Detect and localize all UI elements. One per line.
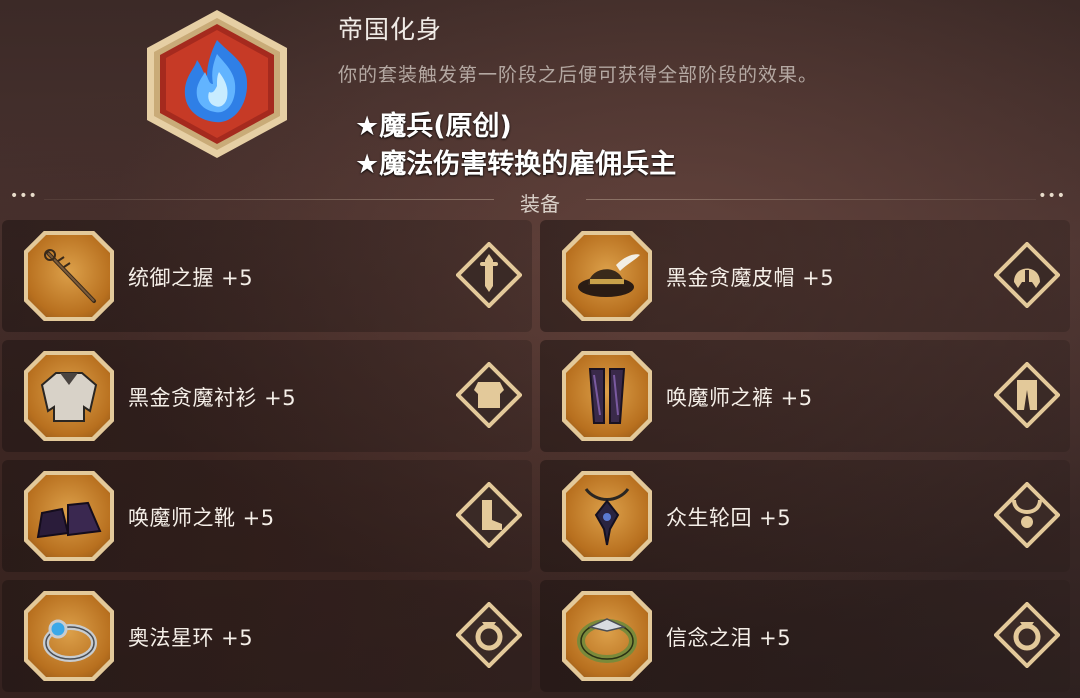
equipment-slot-chest[interactable]: 黑金贪魔衬衫 +5 [2,340,532,452]
set-name: 帝国化身 [338,15,443,44]
ring-slot-icon [456,602,522,668]
equipment-slot-head[interactable]: 黑金贪魔皮帽 +5 [540,220,1070,332]
item-name: 众生轮回 +5 [666,506,792,530]
item-name: 信念之泪 +5 [666,626,792,650]
ring-slot-icon [994,602,1060,668]
chest-armor-slot-icon [456,362,522,428]
set-emblem [147,10,287,158]
amulet-icon [584,488,630,546]
pants-slot-icon [994,362,1060,428]
boots-icon [36,501,102,539]
blue-gem-ring-icon [43,619,97,662]
staff-icon [44,249,96,303]
set-bonus-1: ★魔兵(原创) [355,111,512,142]
shirt-icon [40,372,98,422]
equipment-slot-ring-2[interactable]: 信念之泪 +5 [540,580,1070,692]
pants-icon [588,368,626,424]
helmet-slot-icon [994,242,1060,308]
feathered-hat-icon [578,254,640,297]
boots-slot-icon [456,482,522,548]
section-title: 装备 [520,192,560,216]
item-name: 统御之握 +5 [128,266,254,290]
sword-slot-icon [456,242,522,308]
equipment-slot-ring-1[interactable]: 奥法星环 +5 [2,580,532,692]
green-ring-icon [577,618,637,663]
set-description: 你的套装触发第一阶段之后便可获得全部阶段的效果。 [338,64,819,86]
equipment-slot-feet[interactable]: 唤魔师之靴 +5 [2,460,532,572]
equipment-slot-legs[interactable]: 唤魔师之裤 +5 [540,340,1070,452]
necklace-slot-icon [994,482,1060,548]
item-name: 唤魔师之裤 +5 [666,386,813,410]
item-name: 奥法星环 +5 [128,626,254,650]
item-name: 黑金贪魔皮帽 +5 [666,266,835,290]
equipment-slot-neck[interactable]: 众生轮回 +5 [540,460,1070,572]
item-name: 唤魔师之靴 +5 [128,506,275,530]
item-name: 黑金贪魔衬衫 +5 [128,386,297,410]
set-bonus-2: ★魔法伤害转换的雇佣兵主 [355,149,677,180]
equipment-slot-weapon[interactable]: 统御之握 +5 [2,220,532,332]
